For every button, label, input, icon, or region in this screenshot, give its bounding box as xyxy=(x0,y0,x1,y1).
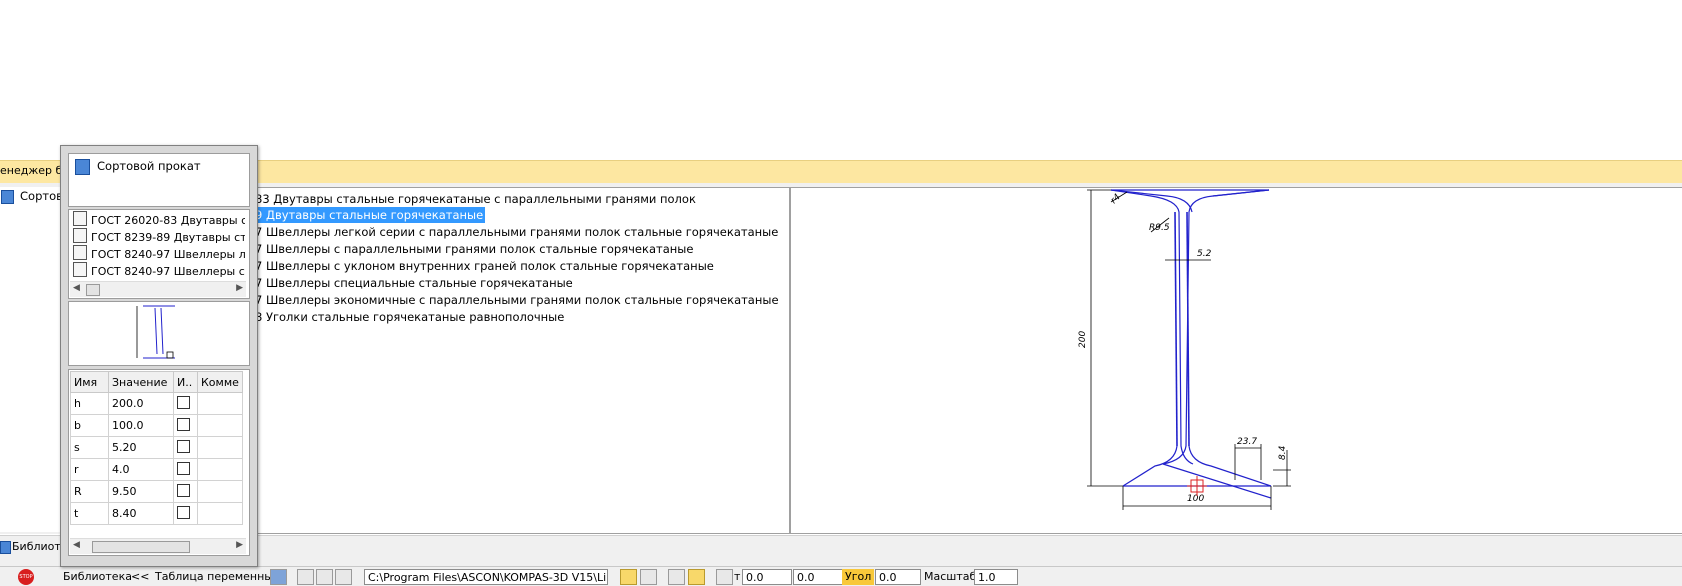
horizontal-scrollbar[interactable]: ◀ ▶ xyxy=(70,281,246,297)
library-path-field[interactable]: C:\Program Files\ASCON\KOMPAS-3D V15\Lib… xyxy=(364,569,608,585)
gost-item[interactable]: ГОСТ 8240-97 Швеллеры легкой xyxy=(73,245,245,262)
horizontal-scrollbar[interactable]: ◀ ▶ xyxy=(70,538,246,554)
parameter-table[interactable]: Имя Значение И.. Комме h 200.0 b 100.0 s 5.… xyxy=(68,369,250,556)
checkbox[interactable] xyxy=(177,483,190,497)
copy-icon[interactable] xyxy=(297,569,314,585)
scale-field[interactable]: 1.0 xyxy=(974,569,1018,585)
dim-height: 200 xyxy=(1078,331,1088,348)
y-coordinate-field[interactable]: 0.0 xyxy=(793,569,843,585)
frame-fill-icon[interactable] xyxy=(688,569,705,585)
scale-label: Масштаб xyxy=(924,570,977,583)
table-row[interactable]: b 100.0 xyxy=(70,414,243,437)
cursor-icon[interactable] xyxy=(335,569,352,585)
gost-item[interactable]: ГОСТ 8239-89 Двутавры стальные xyxy=(73,228,245,245)
list-item[interactable]: 7 Швеллеры экономичные с параллельными г… xyxy=(255,292,779,308)
library-icon xyxy=(0,541,11,554)
checkbox[interactable] xyxy=(177,505,190,519)
i-beam-drawing: r4 R9.5 5.2 200 23.7 8.4 100 xyxy=(1078,189,1291,510)
checkbox[interactable] xyxy=(177,461,190,475)
list-item[interactable]: 8 Уголки стальные горячекатаные равнопол… xyxy=(255,309,564,325)
dim-width: 100 xyxy=(1187,494,1204,504)
scroll-left-icon[interactable]: ◀ xyxy=(73,283,80,293)
list-item-selected[interactable]: 9 Двутавры стальные горячекатаные xyxy=(255,207,486,223)
library-icon xyxy=(1,190,14,204)
gost-list[interactable]: ГОСТ 26020-83 Двутавры стальные ГОСТ 823… xyxy=(68,209,250,299)
refresh-icon[interactable] xyxy=(316,569,333,585)
x-coordinate-field[interactable]: 0.0 xyxy=(742,569,792,585)
column-header-flag[interactable]: И.. xyxy=(173,371,198,393)
view-icon[interactable] xyxy=(620,569,637,585)
column-header-value[interactable]: Значение xyxy=(108,371,174,393)
dim-flange: 23.7 xyxy=(1237,437,1257,447)
gost-item[interactable]: ГОСТ 26020-83 Двутавры стальные xyxy=(73,211,245,228)
t-label: т xyxy=(734,570,741,583)
list-item[interactable]: 7 Швеллеры с параллельными гранями полок… xyxy=(255,241,693,257)
column-header-name[interactable]: Имя xyxy=(70,371,109,393)
list-item[interactable]: 7 Швеллеры с уклоном внутренних граней п… xyxy=(255,258,714,274)
collapse-button[interactable]: << xyxy=(131,570,149,583)
status-bar: STOP Библиотека << Таблица переменных C:… xyxy=(0,566,1682,586)
scroll-thumb[interactable] xyxy=(92,541,190,553)
table-row[interactable]: h 200.0 xyxy=(70,392,243,415)
variable-table-button[interactable]: Таблица переменных xyxy=(155,570,280,583)
library-button[interactable]: Библиотека xyxy=(63,570,132,583)
profile-drawing-panel: r4 R9.5 5.2 200 23.7 8.4 100 xyxy=(790,187,1682,534)
dim-r95: R9.5 xyxy=(1149,223,1170,233)
i-beam-icon xyxy=(73,228,87,243)
dim-web: 5.2 xyxy=(1197,249,1212,259)
list-item[interactable]: 7 Швеллеры специальные стальные горячека… xyxy=(255,275,573,291)
stop-icon[interactable]: STOP xyxy=(18,569,34,585)
point-icon[interactable] xyxy=(716,569,733,585)
table-row[interactable]: R 9.50 xyxy=(70,480,243,503)
scroll-left-icon[interactable]: ◀ xyxy=(73,540,80,550)
checkbox[interactable] xyxy=(177,439,190,453)
standards-list[interactable]: 83 Двутавры стальные горячекатаные с пар… xyxy=(254,187,790,534)
scroll-right-icon[interactable]: ▶ xyxy=(236,540,243,550)
table-icon[interactable] xyxy=(270,569,287,585)
gost-item[interactable]: ГОСТ 8240-97 Швеллеры с параллельными xyxy=(73,262,245,279)
scroll-thumb[interactable] xyxy=(86,284,100,296)
checkbox[interactable] xyxy=(177,395,190,409)
channel-icon xyxy=(73,245,87,260)
list-item[interactable]: 7 Швеллеры легкой серии с параллельными … xyxy=(255,224,778,240)
profile-preview xyxy=(68,301,250,366)
manager-title: енеджер би xyxy=(0,164,70,177)
table-row[interactable]: s 5.20 xyxy=(70,436,243,459)
list-item[interactable]: 83 Двутавры стальные горячекатаные с пар… xyxy=(255,191,696,207)
library-title: Сортовой прокат xyxy=(97,159,201,173)
tree-item-label: Сортов xyxy=(20,189,63,203)
table-row[interactable]: t 8.40 xyxy=(70,502,243,525)
library-title-box: Сортовой прокат xyxy=(68,153,250,207)
library-tree: Сортов xyxy=(0,187,63,532)
i-beam-profile xyxy=(1110,189,1272,499)
library-icon xyxy=(75,159,90,175)
frame-icon[interactable] xyxy=(668,569,685,585)
i-beam-preview-icon xyxy=(136,305,175,359)
dim-r4: r4 xyxy=(1109,192,1123,206)
angle-label: Угол xyxy=(842,569,874,585)
i-beam-icon xyxy=(73,211,87,226)
checkbox[interactable] xyxy=(177,417,190,431)
insertion-point-icon xyxy=(1187,476,1207,496)
column-header-comment[interactable]: Комме xyxy=(197,371,243,393)
angle-field[interactable]: 0.0 xyxy=(875,569,921,585)
table-row[interactable]: r 4.0 xyxy=(70,458,243,481)
scroll-right-icon[interactable]: ▶ xyxy=(236,283,243,293)
channel-icon xyxy=(73,262,87,277)
hatch-icon[interactable] xyxy=(640,569,657,585)
dim-thick: 8.4 xyxy=(1278,445,1288,460)
